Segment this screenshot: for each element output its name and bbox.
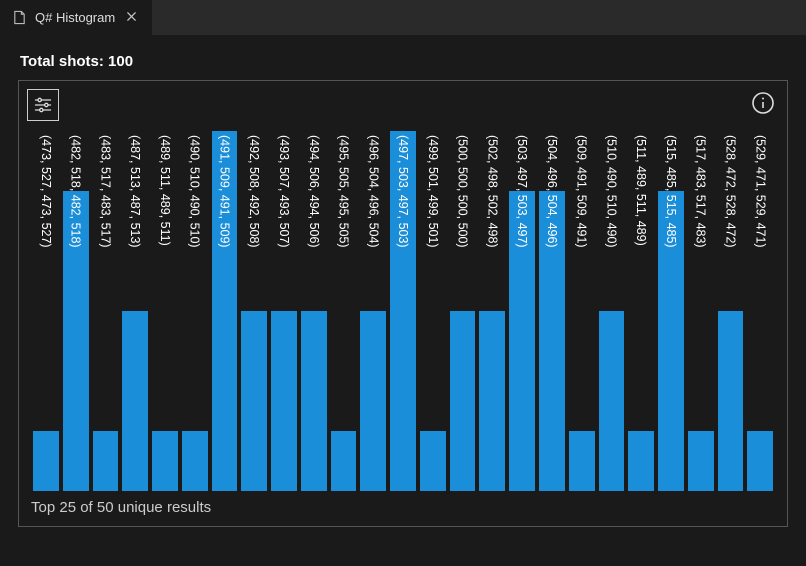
histogram-bar[interactable]: (515, 485, 515, 485) xyxy=(658,131,684,491)
histogram-bar[interactable]: (487, 513, 487, 513) xyxy=(122,131,148,491)
file-icon xyxy=(12,10,27,25)
histogram-bar-label: (502, 498, 502, 498) xyxy=(485,135,499,248)
histogram-bar[interactable]: (503, 497, 503, 497) xyxy=(509,131,535,491)
histogram-bar[interactable]: (490, 510, 490, 510) xyxy=(182,131,208,491)
histogram-bar[interactable]: (528, 472, 528, 472) xyxy=(718,131,744,491)
histogram-bar-label: (504, 496, 504, 496) xyxy=(545,135,559,248)
histogram-plot: (473, 527, 473, 527) (482, 518, 482, 518)… xyxy=(29,131,777,491)
histogram-bar-label: (509, 491, 509, 491) xyxy=(575,135,589,248)
histogram-bar-label: (473, 527, 473, 527) xyxy=(39,135,53,248)
histogram-bar[interactable]: (489, 511, 489, 511) xyxy=(152,131,178,491)
histogram-bar[interactable]: (493, 507, 493, 507) xyxy=(271,131,297,491)
histogram-bar[interactable]: (510, 490, 510, 490) xyxy=(599,131,625,491)
histogram-bar-label: (497, 503, 497, 503) xyxy=(396,135,410,248)
histogram-bar[interactable]: (491, 509, 491, 509) xyxy=(212,131,238,491)
histogram-bar[interactable]: (473, 527, 473, 527) xyxy=(33,131,59,491)
histogram-bar[interactable]: (492, 508, 492, 508) xyxy=(241,131,267,491)
histogram-bar-label: (511, 489, 511, 489) xyxy=(634,135,648,246)
tab-title: Q# Histogram xyxy=(35,10,115,25)
histogram-bar-label: (517, 483, 517, 483) xyxy=(694,135,708,248)
histogram-bar[interactable]: (509, 491, 509, 491) xyxy=(569,131,595,491)
histogram-bar-label: (510, 490, 510, 490) xyxy=(604,135,618,248)
info-button[interactable] xyxy=(749,89,777,117)
histogram-bar-label: (499, 501, 499, 501) xyxy=(426,135,440,248)
histogram-bar[interactable]: (496, 504, 496, 504) xyxy=(360,131,386,491)
histogram-bar-label: (528, 472, 528, 472) xyxy=(723,135,737,248)
histogram-bar-label: (496, 504, 496, 504) xyxy=(366,135,380,248)
histogram-bar[interactable]: (499, 501, 499, 501) xyxy=(420,131,446,491)
histogram-bar-label: (500, 500, 500, 500) xyxy=(456,135,470,248)
chart-caption: Top 25 of 50 unique results xyxy=(29,491,777,518)
histogram-bar[interactable]: (517, 483, 517, 483) xyxy=(688,131,714,491)
tab-bar: Q# Histogram xyxy=(0,0,806,35)
histogram-bar-label: (494, 506, 494, 506) xyxy=(307,135,321,248)
histogram-frame: (473, 527, 473, 527) (482, 518, 482, 518)… xyxy=(18,80,788,527)
histogram-bar[interactable]: (504, 496, 504, 496) xyxy=(539,131,565,491)
histogram-bar[interactable]: (529, 471, 529, 471) xyxy=(747,131,773,491)
sliders-icon xyxy=(33,95,53,115)
settings-button[interactable] xyxy=(27,89,59,121)
histogram-bar[interactable]: (482, 518, 482, 518) xyxy=(63,131,89,491)
histogram-bar-label: (489, 511, 489, 511) xyxy=(158,135,172,246)
histogram-bar-label: (490, 510, 490, 510) xyxy=(188,135,202,248)
histogram-bar[interactable]: (494, 506, 494, 506) xyxy=(301,131,327,491)
histogram-bar-label: (493, 507, 493, 507) xyxy=(277,135,291,248)
histogram-bar-label: (492, 508, 492, 508) xyxy=(247,135,261,248)
histogram-bar[interactable]: (502, 498, 502, 498) xyxy=(479,131,505,491)
histogram-bar-label: (482, 518, 482, 518) xyxy=(69,135,83,248)
histogram-bar-label: (515, 485, 515, 485) xyxy=(664,135,678,248)
histogram-bar-label: (487, 513, 487, 513) xyxy=(128,135,142,248)
total-shots-label: Total shots: 100 xyxy=(20,53,788,70)
histogram-bar-label: (529, 471, 529, 471) xyxy=(753,135,767,248)
content: Total shots: 100 (473, 527, 473, 527) (48… xyxy=(0,35,806,545)
histogram-bar-label: (491, 509, 491, 509) xyxy=(217,135,231,248)
histogram-bar-label: (503, 497, 503, 497) xyxy=(515,135,529,248)
close-icon[interactable] xyxy=(123,8,140,27)
histogram-bar-label: (495, 505, 495, 505) xyxy=(337,135,351,248)
histogram-bar-label: (483, 517, 483, 517) xyxy=(98,135,112,248)
histogram-bar[interactable]: (500, 500, 500, 500) xyxy=(450,131,476,491)
histogram-bar[interactable]: (495, 505, 495, 505) xyxy=(331,131,357,491)
tab-qsharp-histogram[interactable]: Q# Histogram xyxy=(0,0,153,35)
histogram-bar[interactable]: (497, 503, 497, 503) xyxy=(390,131,416,491)
histogram-bar[interactable]: (483, 517, 483, 517) xyxy=(93,131,119,491)
histogram-bar[interactable]: (511, 489, 511, 489) xyxy=(628,131,654,491)
info-icon xyxy=(751,91,775,115)
